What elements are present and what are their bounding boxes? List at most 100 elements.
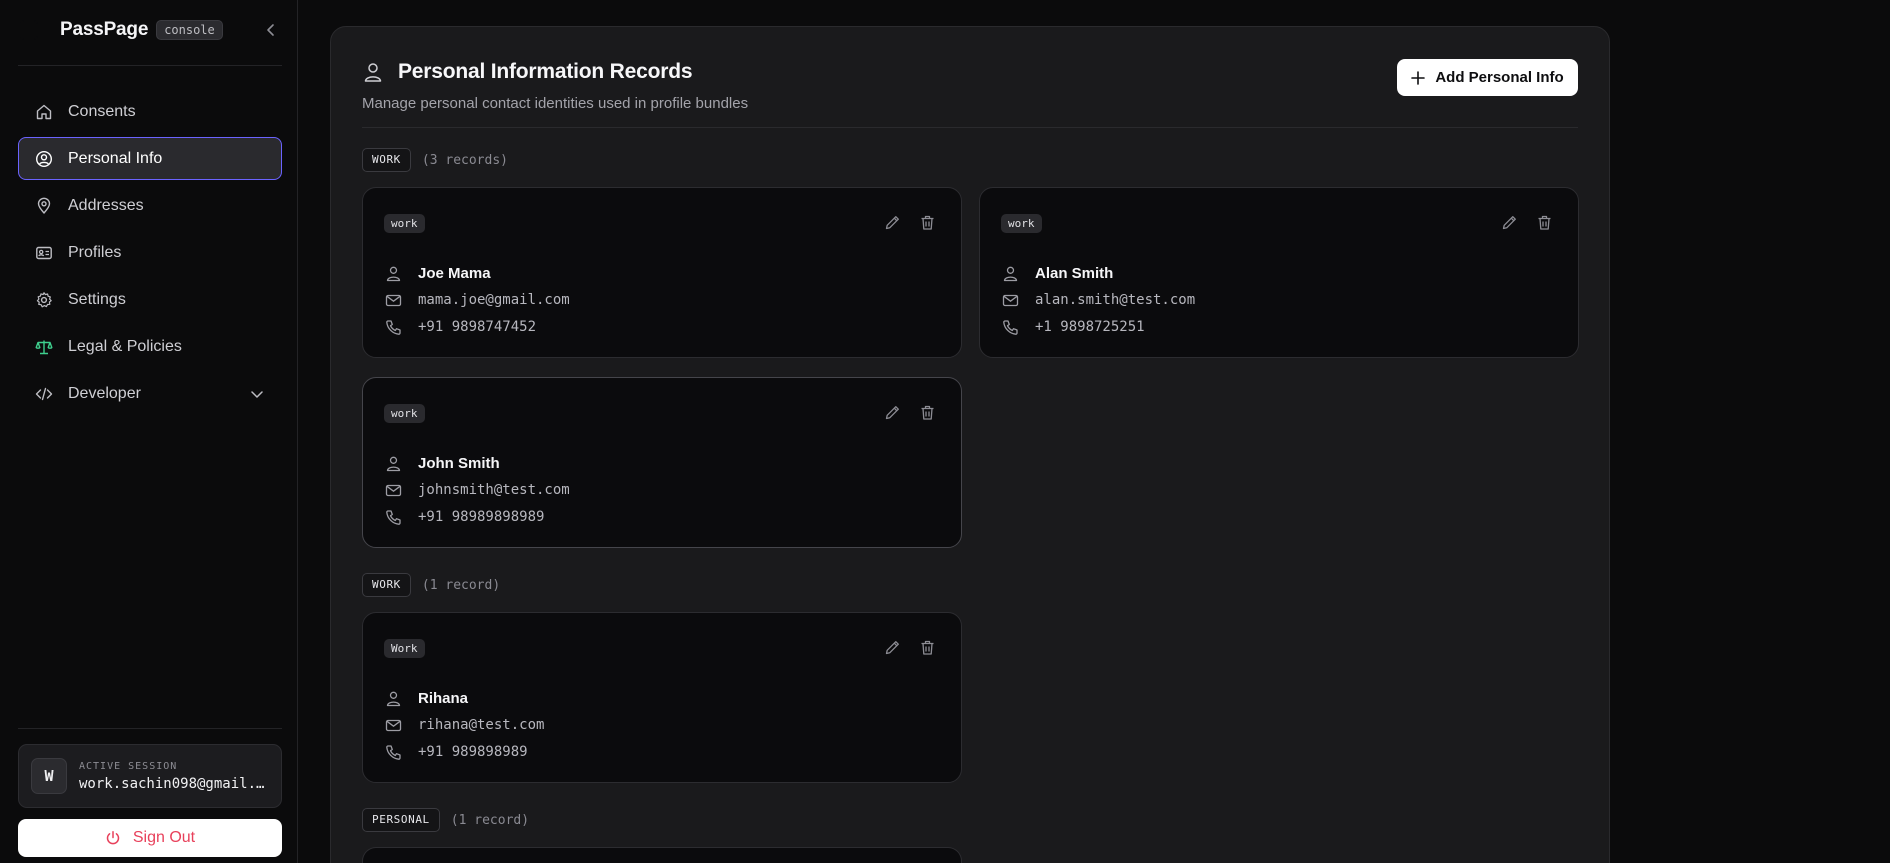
user-icon xyxy=(384,689,403,708)
group-tag: PERSONAL xyxy=(362,808,440,832)
chevron-down-icon[interactable] xyxy=(249,385,267,403)
delete-button[interactable] xyxy=(918,403,937,422)
delete-button[interactable] xyxy=(918,638,937,657)
record-card[interactable]: work Joe Mama mama.joe@gmail.com +91 989… xyxy=(362,187,962,358)
brand-badge: console xyxy=(156,20,223,40)
sidebar-item-settings[interactable]: Settings xyxy=(18,278,282,321)
gear-icon xyxy=(34,290,54,310)
record-email: alan.smith@test.com xyxy=(1035,292,1196,308)
group-tag: WORK xyxy=(362,573,411,597)
record-name: Joe Mama xyxy=(418,264,491,282)
trash-icon xyxy=(921,405,934,420)
phone-icon xyxy=(384,318,403,337)
edit-button[interactable] xyxy=(883,403,902,422)
sidebar-item-label: Developer xyxy=(68,384,141,402)
collapse-sidebar-button[interactable] xyxy=(260,19,282,41)
sidebar-item-legal-policies[interactable]: Legal & Policies xyxy=(18,325,282,368)
avatar: W xyxy=(31,758,67,794)
power-icon xyxy=(106,831,120,845)
chevron-left-icon xyxy=(267,24,274,36)
record-email: rihana@test.com xyxy=(418,717,545,733)
scale-icon xyxy=(34,337,54,357)
page-subtitle: Manage personal contact identities used … xyxy=(362,95,749,112)
record-name: Rihana xyxy=(418,689,469,707)
delete-button[interactable] xyxy=(918,213,937,232)
record-email: mama.joe@gmail.com xyxy=(418,292,570,308)
passpage-logo-icon xyxy=(20,20,38,40)
record-phone: +91 989898989 xyxy=(418,744,528,760)
id-card-icon xyxy=(34,243,54,263)
mail-icon xyxy=(1001,291,1020,310)
group-count: (1 record) xyxy=(421,577,501,593)
edit-button[interactable] xyxy=(1500,213,1519,232)
phone-icon xyxy=(1001,318,1020,337)
sidebar-item-addresses[interactable]: Addresses xyxy=(18,184,282,227)
group-tag: WORK xyxy=(362,148,411,172)
sidebar-item-developer[interactable]: Developer xyxy=(18,372,282,415)
group-count: (3 records) xyxy=(421,152,508,168)
pencil-icon xyxy=(885,216,899,230)
pencil-icon xyxy=(1502,216,1516,230)
sidebar-divider xyxy=(18,65,282,66)
sign-out-button[interactable]: Sign Out xyxy=(18,819,282,857)
user-icon xyxy=(1001,264,1020,283)
group-header: PERSONAL (1 record) xyxy=(362,808,529,832)
group-header: WORK (3 records) xyxy=(362,148,508,172)
record-card[interactable] xyxy=(362,847,962,863)
mail-icon xyxy=(384,291,403,310)
phone-icon xyxy=(384,743,403,762)
record-phone: +91 9898747452 xyxy=(418,319,537,335)
record-card[interactable]: work Alan Smith alan.smith@test.com +1 9… xyxy=(979,187,1579,358)
sidebar-item-profiles[interactable]: Profiles xyxy=(18,231,282,274)
sidebar-item-label: Legal & Policies xyxy=(68,337,182,355)
main-panel: Personal Information Records Manage pers… xyxy=(330,26,1610,863)
home-icon xyxy=(34,102,54,122)
sidebar-item-label: Personal Info xyxy=(68,149,163,167)
user-icon xyxy=(364,63,382,82)
session-label: ACTIVE SESSION xyxy=(79,760,178,772)
trash-icon xyxy=(1538,215,1551,230)
header-divider xyxy=(362,127,1578,128)
trash-icon xyxy=(921,640,934,655)
record-card[interactable]: Work Rihana rihana@test.com +91 98989898… xyxy=(362,612,962,783)
active-session-card: W ACTIVE SESSION work.sachin098@gmail.co… xyxy=(18,744,282,808)
sign-out-label: Sign Out xyxy=(132,829,196,846)
user-circle-icon xyxy=(34,149,54,169)
group-count: (1 record) xyxy=(450,812,530,828)
brand-name: PassPage xyxy=(60,19,149,40)
sidebar-item-label: Profiles xyxy=(68,243,122,261)
user-icon xyxy=(384,454,403,473)
pencil-icon xyxy=(885,406,899,420)
map-pin-icon xyxy=(34,196,54,216)
record-card[interactable]: work John Smith johnsmith@test.com +91 9… xyxy=(362,377,962,548)
mail-icon xyxy=(384,716,403,735)
user-icon xyxy=(384,264,403,283)
sidebar-item-label: Settings xyxy=(68,290,126,308)
sidebar: PassPage console Consents Personal Info … xyxy=(0,0,298,863)
delete-button[interactable] xyxy=(1535,213,1554,232)
record-tag: work xyxy=(384,404,425,423)
sidebar-item-label: Addresses xyxy=(68,196,144,214)
record-name: John Smith xyxy=(418,454,500,472)
session-email: work.sachin098@gmail.com xyxy=(79,775,269,792)
sidebar-item-label: Consents xyxy=(68,102,136,120)
record-phone: +1 9898725251 xyxy=(1035,319,1145,335)
add-button-label: Add Personal Info xyxy=(1435,69,1564,86)
group-header: WORK (1 record) xyxy=(362,573,500,597)
record-email: johnsmith@test.com xyxy=(418,482,570,498)
sidebar-nav: Consents Personal Info Addresses Profile… xyxy=(18,90,282,419)
page-title: Personal Information Records xyxy=(398,60,693,83)
sidebar-item-consents[interactable]: Consents xyxy=(18,90,282,133)
add-personal-info-button[interactable]: Add Personal Info xyxy=(1397,59,1578,96)
record-phone: +91 98989898989 xyxy=(418,509,545,525)
edit-button[interactable] xyxy=(883,638,902,657)
record-name: Alan Smith xyxy=(1035,264,1114,282)
pencil-icon xyxy=(885,641,899,655)
plus-icon xyxy=(1411,70,1426,85)
edit-button[interactable] xyxy=(883,213,902,232)
panel-header: Personal Information Records Manage pers… xyxy=(362,57,1578,127)
trash-icon xyxy=(921,215,934,230)
sidebar-item-personal-info[interactable]: Personal Info xyxy=(18,137,282,180)
brand-row: PassPage console xyxy=(18,14,282,46)
record-tag: work xyxy=(384,214,425,233)
